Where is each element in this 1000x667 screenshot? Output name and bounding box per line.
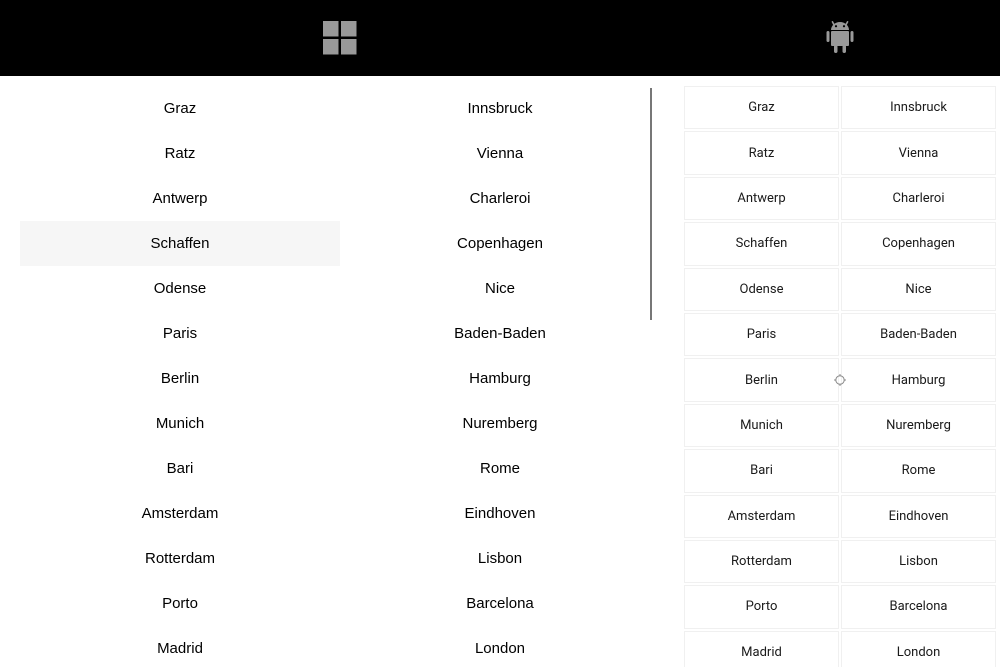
list-item[interactable]: Odense (684, 268, 839, 311)
list-item[interactable]: Ratz (20, 131, 340, 176)
list-item[interactable]: Nice (841, 268, 996, 311)
windows-icon (323, 21, 357, 55)
list-item[interactable]: Antwerp (684, 177, 839, 220)
list-item[interactable]: Baden-Baden (841, 313, 996, 356)
list-item[interactable]: Nice (340, 266, 660, 311)
list-item[interactable]: Rome (841, 449, 996, 492)
list-item[interactable]: Innsbruck (841, 86, 996, 129)
scrollbar-thumb[interactable] (650, 88, 652, 320)
list-item[interactable]: Berlin (20, 356, 340, 401)
list-item[interactable]: Eindhoven (340, 491, 660, 536)
list-item[interactable]: Barcelona (841, 585, 996, 628)
list-item[interactable]: Innsbruck (340, 86, 660, 131)
list-item[interactable]: Munich (684, 404, 839, 447)
android-panel: GrazInnsbruckRatzViennaAntwerpCharleroiS… (680, 0, 1000, 667)
list-item[interactable]: Graz (684, 86, 839, 129)
list-item[interactable]: Copenhagen (841, 222, 996, 265)
windows-panel: GrazInnsbruckRatzViennaAntwerpCharleroiS… (0, 0, 680, 667)
list-item[interactable]: Bari (20, 446, 340, 491)
list-item[interactable]: Nuremberg (841, 404, 996, 447)
list-item[interactable]: Paris (20, 311, 340, 356)
list-item[interactable]: Eindhoven (841, 495, 996, 538)
list-item[interactable]: Amsterdam (684, 495, 839, 538)
list-item[interactable]: Lisbon (340, 536, 660, 581)
list-item[interactable]: Odense (20, 266, 340, 311)
list-item[interactable]: Rotterdam (684, 540, 839, 583)
list-item[interactable]: Schaffen (20, 221, 340, 266)
list-item[interactable]: Porto (20, 581, 340, 626)
list-item[interactable]: Bari (684, 449, 839, 492)
list-item[interactable]: Copenhagen (340, 221, 660, 266)
list-item[interactable]: Antwerp (20, 176, 340, 221)
windows-city-grid[interactable]: GrazInnsbruckRatzViennaAntwerpCharleroiS… (0, 86, 680, 667)
list-item[interactable]: Ratz (684, 131, 839, 174)
list-item[interactable]: Hamburg (340, 356, 660, 401)
list-item[interactable]: Charleroi (841, 177, 996, 220)
list-item[interactable]: Charleroi (340, 176, 660, 221)
list-item[interactable]: Vienna (841, 131, 996, 174)
list-item[interactable]: Amsterdam (20, 491, 340, 536)
list-item[interactable]: London (841, 631, 996, 667)
list-item[interactable]: Lisbon (841, 540, 996, 583)
list-item[interactable]: Paris (684, 313, 839, 356)
list-item[interactable]: Nuremberg (340, 401, 660, 446)
list-item[interactable]: Baden-Baden (340, 311, 660, 356)
list-item[interactable]: Madrid (684, 631, 839, 667)
list-item[interactable]: Barcelona (340, 581, 660, 626)
windows-header (0, 0, 680, 76)
android-icon (825, 21, 855, 55)
android-list-content: GrazInnsbruckRatzViennaAntwerpCharleroiS… (680, 76, 1000, 667)
list-item[interactable]: Munich (20, 401, 340, 446)
list-item[interactable]: Berlin (684, 358, 839, 401)
list-item[interactable]: Vienna (340, 131, 660, 176)
android-header (680, 0, 1000, 76)
list-item[interactable]: Schaffen (684, 222, 839, 265)
list-item[interactable]: Porto (684, 585, 839, 628)
list-item[interactable]: Madrid (20, 626, 340, 667)
list-item[interactable]: Rotterdam (20, 536, 340, 581)
android-city-grid[interactable]: GrazInnsbruckRatzViennaAntwerpCharleroiS… (684, 86, 996, 667)
list-item[interactable]: Rome (340, 446, 660, 491)
list-item[interactable]: Hamburg (841, 358, 996, 401)
windows-list-content: GrazInnsbruckRatzViennaAntwerpCharleroiS… (0, 76, 680, 667)
list-item[interactable]: Graz (20, 86, 340, 131)
list-item[interactable]: London (340, 626, 660, 667)
